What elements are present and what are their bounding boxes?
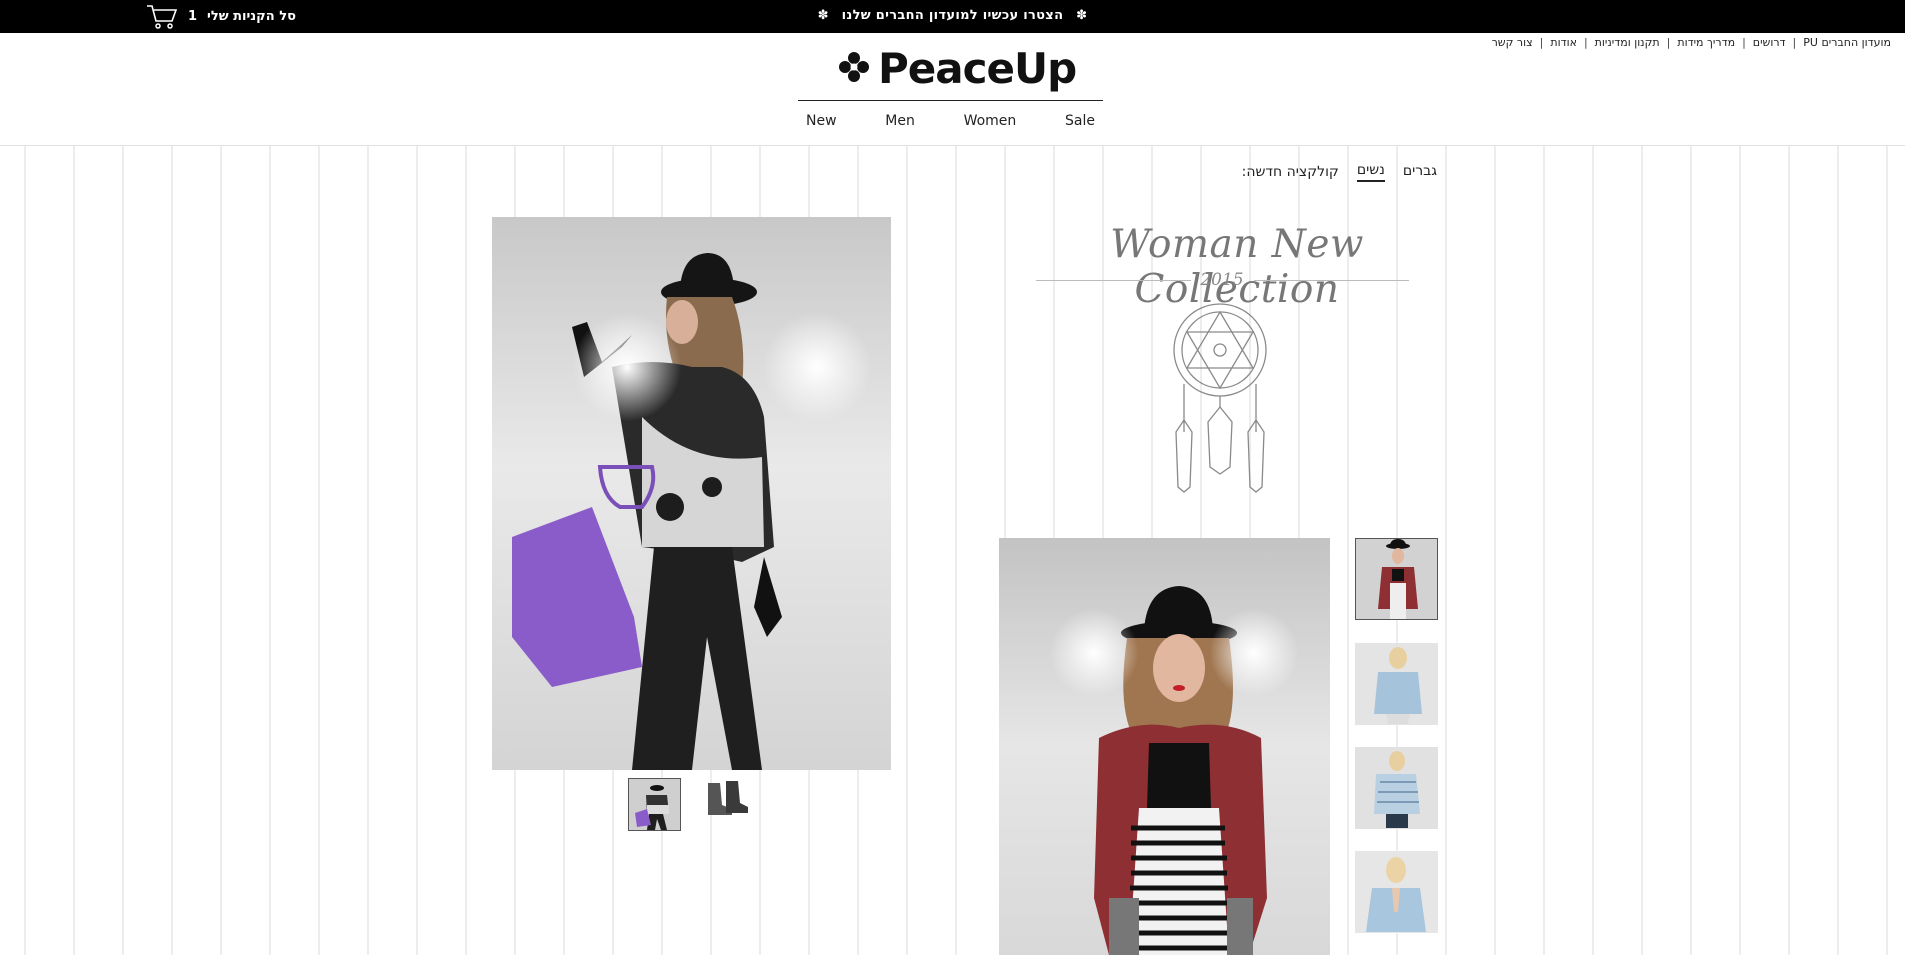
star-icon: ✽: [817, 8, 829, 23]
separator: |: [1666, 36, 1671, 49]
separator: |: [1792, 36, 1797, 49]
util-link-contact[interactable]: צור קשר: [1492, 36, 1533, 49]
studio-light: [1209, 608, 1299, 698]
utility-links: צור קשר | אודות | תקנון ומדיניות | מדריך…: [1492, 36, 1891, 49]
studio-light: [762, 312, 872, 422]
thumbnail-image: [1374, 751, 1420, 828]
promo-text: הצטרו עכשיו למועדון החברים שלנו: [841, 8, 1064, 23]
flower-icon: [838, 51, 870, 87]
nav-sale[interactable]: Sale: [1065, 113, 1095, 129]
logo[interactable]: PeaceUp: [838, 44, 1077, 93]
product-photo-secondary[interactable]: [999, 538, 1330, 955]
studio-light: [572, 312, 682, 422]
separator: |: [1583, 36, 1588, 49]
pattern-background: [0, 146, 1905, 955]
model-figure: [512, 253, 782, 770]
thumbnail-image: [629, 779, 680, 830]
thumbnail-image: [708, 781, 748, 815]
dreamcatcher-icon: [1173, 303, 1267, 493]
logo-text: PeaceUp: [878, 44, 1077, 93]
thumbnail-side-2[interactable]: [1355, 643, 1438, 725]
thumbnail-main-2[interactable]: [697, 778, 750, 820]
util-link-size-guide[interactable]: מדריך מידות: [1677, 36, 1735, 49]
thumbnail-side-1[interactable]: [1355, 538, 1438, 620]
divider: [798, 100, 1103, 101]
thumbnail-side-3[interactable]: [1355, 747, 1438, 829]
nav-women[interactable]: Women: [964, 113, 1017, 129]
nav-new[interactable]: New: [806, 113, 837, 129]
collection-label: קולקציה חדשה:: [1241, 164, 1339, 180]
star-icon: ✽: [1076, 8, 1088, 23]
thumbnail-image: [1374, 647, 1422, 724]
collection-tabs: קולקציה חדשה: נשים גברים: [1242, 162, 1437, 182]
separator: |: [1539, 36, 1544, 49]
util-link-jobs[interactable]: דרושים: [1753, 36, 1786, 49]
thumbnail-image: [1366, 857, 1426, 932]
thumbnail-image: [1378, 539, 1418, 619]
util-link-about[interactable]: אודות: [1550, 36, 1577, 49]
tab-women[interactable]: נשים: [1356, 162, 1385, 182]
thumbnail-main-1[interactable]: [628, 778, 681, 831]
divider: [1254, 280, 1409, 281]
divider: [1036, 280, 1191, 281]
separator: |: [1742, 36, 1746, 49]
join-club-link[interactable]: ✽ הצטרו עכשיו למועדון החברים שלנו ✽: [0, 8, 1905, 23]
util-link-terms[interactable]: תקנון ומדיניות: [1595, 36, 1660, 49]
main-nav: New Men Women Sale: [798, 113, 1103, 129]
util-link-club[interactable]: מועדון החברים PU: [1803, 36, 1891, 49]
promo-bar: 1 סל הקניות שלי ✽ הצטרו עכשיו למועדון הח…: [0, 0, 1905, 33]
studio-light: [1049, 608, 1139, 698]
thumbnail-side-4[interactable]: [1355, 851, 1438, 933]
model-figure: [1094, 586, 1267, 955]
tab-men[interactable]: גברים: [1403, 163, 1437, 181]
nav-men[interactable]: Men: [885, 113, 915, 129]
product-photo-main[interactable]: [492, 217, 891, 770]
collection-title: Woman New Collection: [1110, 222, 1364, 312]
collection-year: 2015: [1200, 270, 1244, 290]
